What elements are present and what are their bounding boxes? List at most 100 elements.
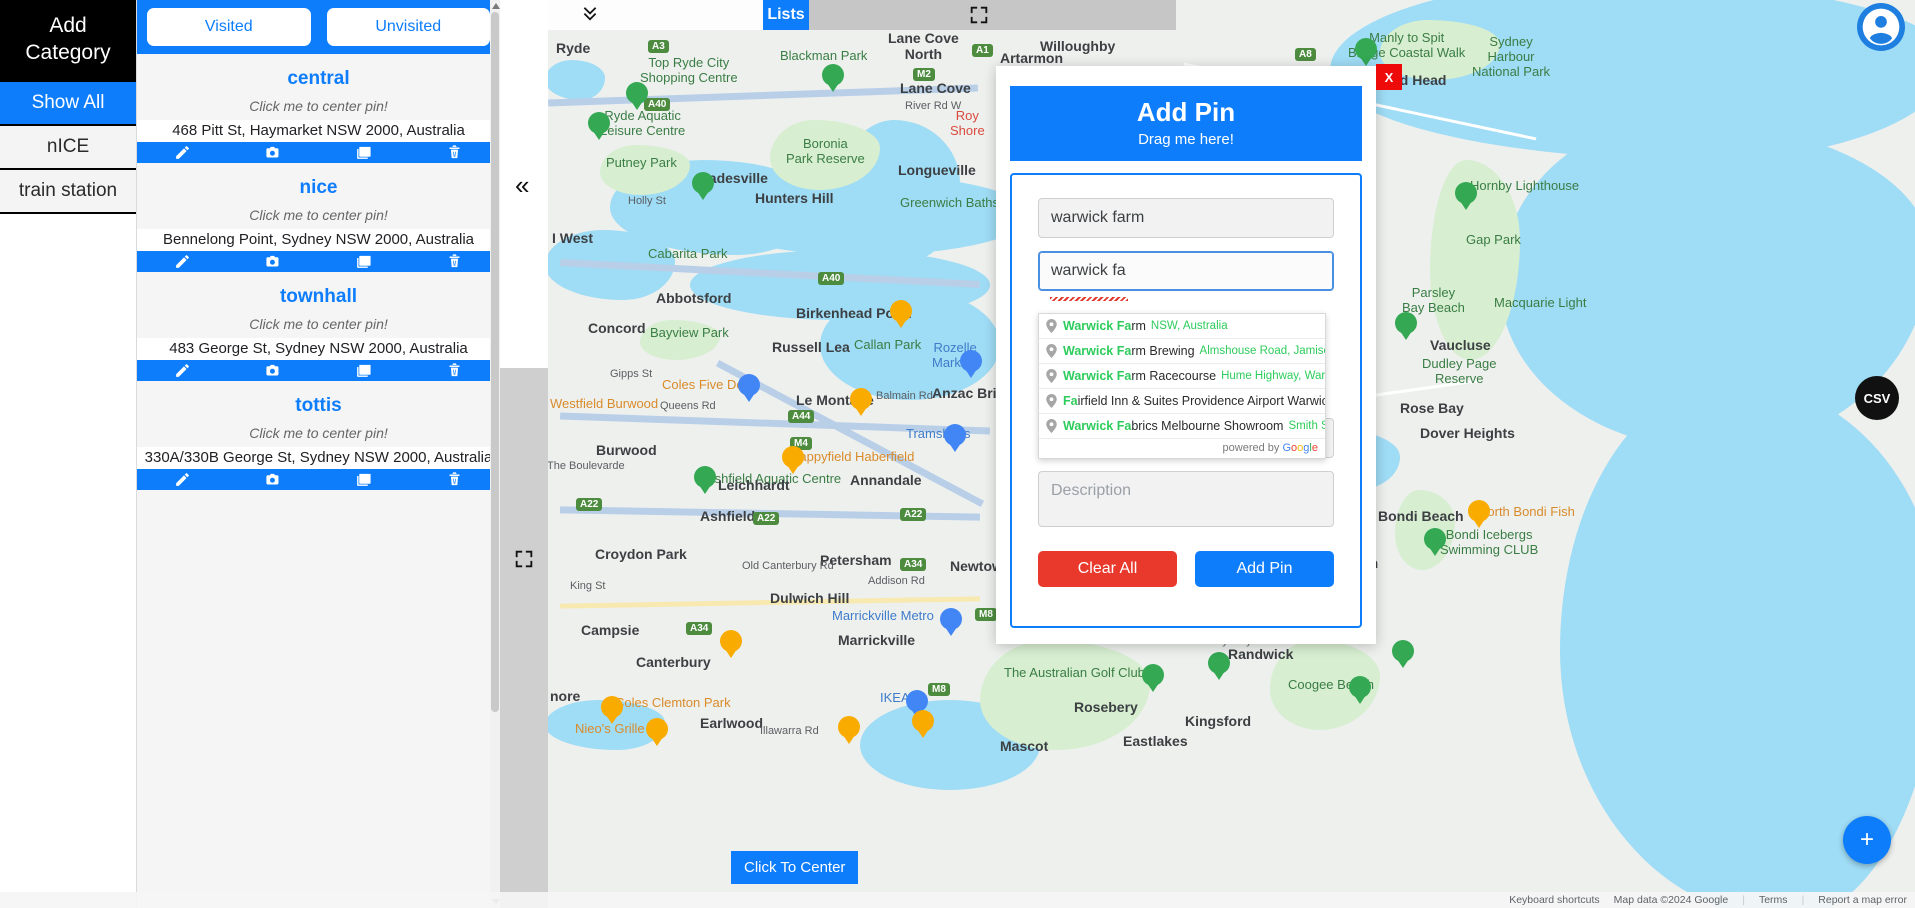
autocomplete-item[interactable]: Fairfield Inn & Suites Providence Airpor…: [1039, 389, 1325, 414]
map-poi-marker[interactable]: [588, 112, 610, 142]
pin-panel-scrollbar[interactable]: [490, 0, 500, 908]
autocomplete-item[interactable]: Warwick Farm Brewing Almshouse Road, Jami…: [1039, 339, 1325, 364]
edit-icon: [176, 364, 189, 377]
map-poi-marker[interactable]: [646, 718, 668, 748]
pin-list-item: central Click me to center pin! 468 Pitt S…: [137, 54, 500, 163]
map-poi-marker[interactable]: [601, 696, 623, 726]
trash-pin-button[interactable]: [409, 362, 500, 379]
map-poi-marker[interactable]: [1355, 38, 1377, 68]
route-shield: M2: [913, 68, 935, 81]
camera-pin-button[interactable]: [228, 362, 319, 379]
click-to-center-button[interactable]: Click To Center: [731, 851, 859, 884]
edit-pin-button[interactable]: [137, 253, 228, 270]
map-poi-marker[interactable]: [782, 446, 804, 476]
map-poi-marker[interactable]: [1455, 182, 1477, 212]
camera-pin-button[interactable]: [228, 253, 319, 270]
chevron-double-down-icon[interactable]: [580, 3, 600, 27]
pin-title[interactable]: tottis: [137, 381, 500, 417]
keyboard-shortcuts-link[interactable]: Keyboard shortcuts: [1509, 894, 1599, 906]
map-label: The Boulevarde: [547, 460, 625, 472]
map-poi-marker[interactable]: [1349, 676, 1371, 706]
map-label: Addison Rd: [868, 575, 925, 587]
pin-title[interactable]: townhall: [137, 272, 500, 308]
add-pin-fab[interactable]: +: [1843, 816, 1891, 864]
gallery-pin-button[interactable]: [319, 471, 410, 488]
filter-unvisited-button[interactable]: Unvisited: [326, 8, 490, 46]
pin-title[interactable]: nice: [137, 163, 500, 199]
map-poi-marker[interactable]: [1142, 664, 1164, 694]
dialog-action-buttons: Clear All Add Pin: [1038, 551, 1334, 587]
app-root: Ryde Blackman Park Lane Cove North Artarmon…: [0, 0, 1915, 908]
map-label: Ryde: [556, 40, 591, 56]
autocomplete-item[interactable]: Warwick Farm Racecourse Hume Highway, War…: [1039, 364, 1325, 389]
map-label: Randwick: [1228, 646, 1294, 662]
terms-link[interactable]: Terms: [1759, 894, 1788, 906]
map-poi-marker[interactable]: [692, 172, 714, 202]
add-category-button[interactable]: Add Category: [0, 0, 136, 82]
account-avatar[interactable]: [1857, 3, 1905, 51]
lists-button[interactable]: Lists: [763, 0, 809, 30]
map-poi-marker[interactable]: [960, 350, 982, 380]
map-poi-marker[interactable]: [1395, 312, 1417, 342]
route-shield: A44: [788, 410, 815, 423]
trash-pin-button[interactable]: [409, 144, 500, 161]
camera-pin-button[interactable]: [228, 471, 319, 488]
map-poi-marker[interactable]: [822, 64, 844, 94]
gallery-pin-button[interactable]: [319, 362, 410, 379]
filter-visited-button[interactable]: Visited: [147, 8, 311, 46]
category-item-label: nICE: [46, 135, 90, 157]
dialog-drag-header[interactable]: Add Pin Drag me here!: [1010, 86, 1362, 161]
expand-map-top-icon[interactable]: [968, 4, 990, 31]
map-poi-marker[interactable]: [838, 716, 860, 746]
map-poi-marker[interactable]: [1468, 500, 1490, 530]
trash-pin-button[interactable]: [409, 253, 500, 270]
report-map-error-link[interactable]: Report a map error: [1818, 894, 1907, 906]
pin-list-item: nice Click me to center pin! Bennelong Poi…: [137, 163, 500, 272]
map-poi-marker[interactable]: [1392, 640, 1414, 670]
autocomplete-item[interactable]: Warwick Fabrics Melbourne Showroom Smith …: [1039, 414, 1325, 439]
camera-icon: [266, 146, 279, 158]
collapse-panel-icon[interactable]: «: [515, 170, 529, 201]
map-poi-marker[interactable]: [694, 466, 716, 496]
map-poi-marker[interactable]: [720, 630, 742, 660]
map-poi-marker[interactable]: [626, 82, 648, 112]
autocomplete-item[interactable]: Warwick Farm NSW, Australia: [1039, 314, 1325, 339]
panel-strip-grey-block: [500, 368, 548, 908]
autocomplete-secondary-text: Almshouse Road, Jamison, PA,...: [1199, 345, 1325, 357]
csv-label: CSV: [1863, 390, 1891, 406]
expand-panel-icon[interactable]: [513, 548, 535, 575]
route-shield: A3: [648, 40, 669, 53]
add-pin-submit-button[interactable]: Add Pin: [1195, 551, 1334, 587]
map-poi-marker[interactable]: [1208, 652, 1230, 682]
gallery-pin-button[interactable]: [319, 253, 410, 270]
map-poi-marker[interactable]: [1424, 528, 1446, 558]
camera-pin-button[interactable]: [228, 144, 319, 161]
map-poi-marker[interactable]: [940, 608, 962, 638]
pin-name-input[interactable]: [1038, 198, 1334, 238]
export-csv-button[interactable]: CSV: [1855, 376, 1899, 420]
category-empty-space: [0, 213, 136, 908]
route-shield: A22: [753, 512, 780, 525]
category-item-nice[interactable]: nICE: [0, 125, 136, 170]
category-item-show-all[interactable]: Show All: [0, 81, 136, 126]
map-poi-marker[interactable]: [850, 388, 872, 418]
edit-pin-button[interactable]: [137, 362, 228, 379]
edit-pin-button[interactable]: [137, 471, 228, 488]
pin-title[interactable]: central: [137, 54, 500, 90]
map-poi-marker[interactable]: [912, 710, 934, 740]
map-poi-marker[interactable]: [944, 424, 966, 454]
location-search-input[interactable]: [1038, 251, 1334, 291]
category-item-train-station[interactable]: train station: [0, 169, 136, 214]
gallery-pin-button[interactable]: [319, 144, 410, 161]
map-label: Holly St: [628, 195, 666, 207]
map-label: Gap Park: [1466, 232, 1521, 247]
trash-pin-button[interactable]: [409, 471, 500, 488]
description-input[interactable]: [1038, 471, 1334, 527]
clear-all-button[interactable]: Clear All: [1038, 551, 1177, 587]
map-poi-marker[interactable]: [890, 300, 912, 330]
close-dialog-button[interactable]: X: [1376, 64, 1402, 90]
scroll-up-arrow[interactable]: [492, 3, 500, 9]
scrollbar-thumb[interactable]: [491, 12, 499, 712]
edit-pin-button[interactable]: [137, 144, 228, 161]
map-poi-marker[interactable]: [738, 374, 760, 404]
